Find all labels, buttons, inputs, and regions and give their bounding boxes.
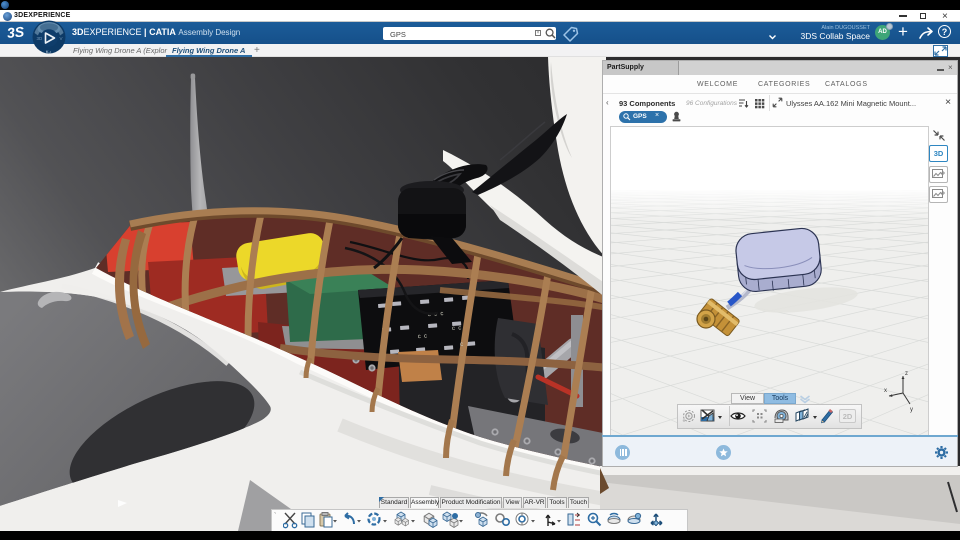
svg-text:y: y [910,407,913,413]
svg-text:c c: c c [452,326,462,332]
svg-text:3D: 3D [37,36,44,41]
svg-text:K,•: K,• [46,49,52,54]
svg-text:c: c [460,342,463,348]
svg-text:x: x [884,388,887,394]
svg-text:V: V [60,36,63,41]
svg-text:c c: c c [418,334,428,341]
svg-text:z: z [905,371,908,377]
